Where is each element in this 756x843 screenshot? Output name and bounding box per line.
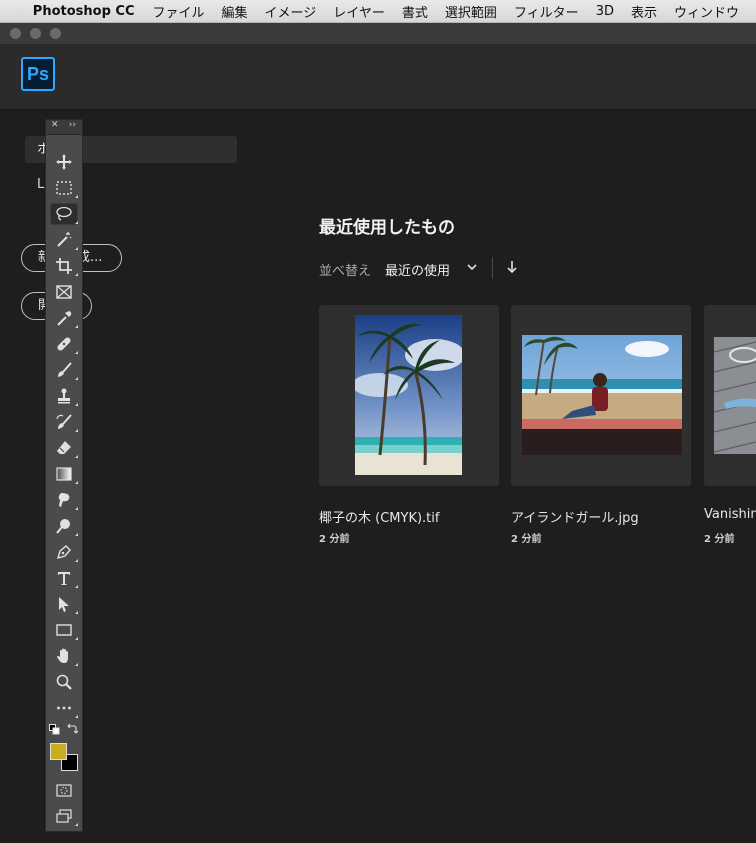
pen-tool[interactable]	[50, 541, 78, 563]
hand-icon	[57, 648, 68, 663]
tools-panel: ✕ ››	[45, 119, 83, 832]
menu-window[interactable]: ウィンドウ	[674, 2, 739, 21]
brush-icon	[58, 362, 72, 377]
recent-file-time: 2 分前	[319, 534, 350, 545]
tools-panel-header[interactable]: ✕ ››	[46, 120, 82, 135]
clone-stamp-tool[interactable]	[50, 385, 78, 407]
menu-view[interactable]: 表示	[631, 2, 657, 21]
move-icon	[56, 154, 72, 170]
magic-wand-icon	[57, 232, 72, 247]
gradient-tool[interactable]	[50, 463, 78, 485]
app-header: Ps	[0, 45, 756, 110]
eyedropper-icon	[57, 311, 72, 326]
close-window-button[interactable]	[10, 28, 21, 39]
recent-file-name[interactable]: 椰子の木 (CMYK).tif	[319, 507, 439, 526]
quick-mask-button[interactable]	[50, 779, 78, 801]
window-titlebar	[0, 23, 756, 45]
recent-file-time: 2 分前	[704, 534, 735, 545]
menu-type[interactable]: 書式	[402, 2, 428, 21]
foreground-color-swatch[interactable]	[50, 743, 67, 760]
swap-colors-icon[interactable]	[66, 723, 78, 735]
rectangle-tool[interactable]	[50, 619, 78, 641]
more-dots-icon	[57, 706, 71, 710]
zoom-tool[interactable]	[50, 671, 78, 693]
recent-section-title: 最近使用したもの	[319, 218, 455, 238]
zoom-window-button[interactable]	[50, 28, 61, 39]
magnifier-icon	[56, 674, 72, 690]
photoshop-logo: Ps	[21, 57, 55, 91]
lasso-tool[interactable]	[50, 203, 78, 225]
quick-mask-icon	[56, 784, 72, 797]
marquee-tool[interactable]	[50, 177, 78, 199]
recent-file-card[interactable]	[319, 305, 499, 486]
history-brush-icon	[56, 414, 72, 429]
type-tool[interactable]	[50, 567, 78, 589]
eyedropper-tool[interactable]	[50, 307, 78, 329]
screen-mode-icon	[56, 809, 72, 823]
frame-tool[interactable]	[50, 281, 78, 303]
menu-image[interactable]: イメージ	[265, 2, 317, 21]
dodge-tool[interactable]	[50, 515, 78, 537]
recent-file-name[interactable]: アイランドガール.jpg	[511, 507, 639, 526]
hand-tool[interactable]	[50, 645, 78, 667]
mac-menubar: Photoshop CC ファイル 編集 イメージ レイヤー 書式 選択範囲 フ…	[0, 0, 756, 23]
edit-toolbar-button[interactable]	[50, 697, 78, 719]
smudge-icon	[58, 493, 70, 507]
bandage-icon	[57, 337, 71, 351]
path-selection-tool[interactable]	[50, 593, 78, 615]
recent-file-time: 2 分前	[511, 534, 542, 545]
app-menu[interactable]: Photoshop CC	[33, 4, 135, 19]
eraser-icon	[57, 441, 71, 454]
healing-brush-tool[interactable]	[50, 333, 78, 355]
magic-wand-tool[interactable]	[50, 229, 78, 251]
gradient-icon	[56, 467, 72, 481]
menu-3d[interactable]: 3D	[596, 4, 614, 19]
crop-icon	[56, 258, 72, 274]
direct-select-arrow-icon	[59, 597, 69, 612]
lasso-icon	[56, 206, 72, 221]
sort-label: 並べ替え	[319, 264, 372, 279]
pen-icon	[56, 545, 71, 560]
menu-select[interactable]: 選択範囲	[445, 2, 497, 21]
minimize-window-button[interactable]	[30, 28, 41, 39]
sort-dropdown[interactable]: 最近の使用	[385, 260, 450, 279]
crop-tool[interactable]	[50, 255, 78, 277]
brush-tool[interactable]	[50, 359, 78, 381]
recent-file-card[interactable]	[704, 305, 756, 486]
marquee-icon	[56, 181, 72, 195]
sort-divider	[492, 257, 493, 279]
screen-mode-button[interactable]	[50, 805, 78, 827]
file-thumbnail-island-girl	[522, 335, 682, 455]
file-thumbnail-palm-trees	[355, 315, 462, 475]
chevron-down-icon[interactable]	[466, 261, 478, 273]
type-icon	[58, 572, 70, 585]
history-brush-tool[interactable]	[50, 411, 78, 433]
stamp-icon	[58, 388, 70, 404]
eraser-tool[interactable]	[50, 437, 78, 459]
close-panel-icon[interactable]: ✕	[51, 120, 59, 130]
menu-edit[interactable]: 編集	[222, 2, 248, 21]
recent-file-name[interactable]: Vanishing	[704, 507, 756, 522]
move-tool[interactable]	[50, 151, 78, 173]
rectangle-icon	[56, 624, 72, 636]
menu-layer[interactable]: レイヤー	[333, 2, 385, 21]
blur-tool[interactable]	[50, 489, 78, 511]
menu-filter[interactable]: フィルター	[514, 2, 579, 21]
menu-file[interactable]: ファイル	[153, 2, 205, 21]
expand-panel-icon[interactable]: ››	[69, 120, 76, 130]
recent-file-card[interactable]	[511, 305, 691, 486]
file-thumbnail-vanishing	[714, 337, 756, 454]
frame-icon	[56, 285, 72, 299]
default-colors-icon[interactable]	[49, 724, 61, 736]
sort-direction-arrow-icon[interactable]	[506, 260, 518, 274]
apple-icon[interactable]	[18, 3, 19, 19]
dodge-icon	[56, 519, 70, 534]
